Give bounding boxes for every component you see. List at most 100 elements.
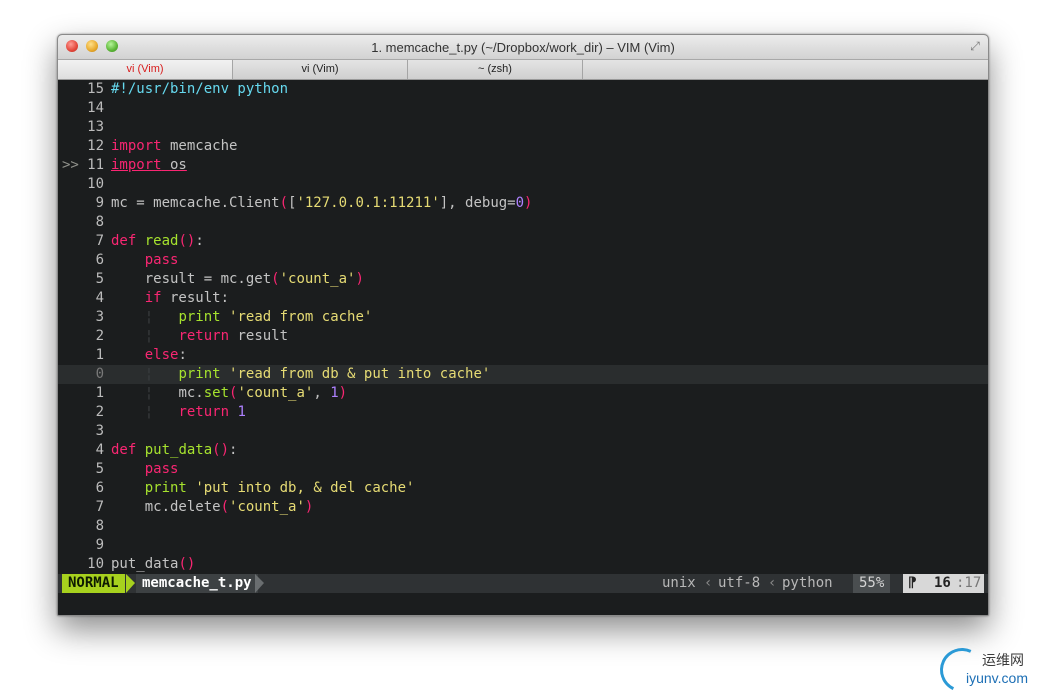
mode-arrow-icon (126, 574, 135, 593)
code-line[interactable]: 15 #!/usr/bin/env python (58, 80, 988, 99)
code-token: 'count_a' (279, 271, 356, 287)
window-title: 1. memcache_t.py (~/Dropbox/work_dir) – … (371, 40, 675, 55)
code-line[interactable]: 4 if result: (58, 289, 988, 308)
code-line[interactable]: 8 (58, 517, 988, 536)
line-number: 9 (95, 537, 104, 553)
code-text: if result: (111, 289, 229, 308)
code-text: import os (111, 156, 187, 175)
code-text: #!/usr/bin/env python (111, 80, 288, 99)
code-line[interactable]: 9 (58, 536, 988, 555)
code-text: print 'put into db, & del cache' (111, 479, 415, 498)
code-text: ¦ mc.set('count_a', 1) (111, 384, 347, 403)
scroll-percent: 55% (853, 574, 891, 593)
code-token: def (111, 233, 137, 249)
code-line[interactable]: 1 else: (58, 346, 988, 365)
code-line[interactable]: 10 put_data() (58, 555, 988, 574)
code-line[interactable]: >> 11 import os (58, 156, 988, 175)
code-line[interactable]: 13 (58, 118, 988, 137)
code-token: ¦ (144, 385, 154, 401)
code-line[interactable]: 4 def put_data(): (58, 441, 988, 460)
code-text: mc = memcache.Client(['127.0.0.1:11211']… (111, 194, 532, 213)
tab-zsh[interactable]: ~ (zsh) (408, 60, 583, 79)
code-token: mc = memcache.Client (111, 195, 280, 211)
code-line[interactable]: 6 print 'put into db, & del cache' (58, 479, 988, 498)
line-number: 12 (87, 138, 104, 154)
fullscreen-icon[interactable]: ⤢ (968, 39, 982, 53)
code-token: import (111, 138, 162, 154)
code-token: 'put into db, & del cache' (195, 480, 415, 496)
line-number: 6 (95, 480, 104, 496)
code-token: ( (279, 195, 289, 211)
vim-editor[interactable]: 15 #!/usr/bin/env python 14 13 12 import memc… (58, 80, 988, 574)
code-token: ( (220, 499, 230, 515)
tab-vi-1[interactable]: vi (Vim) (58, 60, 233, 79)
code-token: memcache (161, 138, 238, 154)
watermark-en: iyunv.com (966, 670, 1028, 686)
code-token: result (229, 328, 289, 344)
code-token: else (144, 347, 179, 363)
code-text: ¦ return 1 (111, 403, 246, 422)
code-line[interactable]: 14 (58, 99, 988, 118)
code-line[interactable]: 2 ¦ return result (58, 327, 988, 346)
code-token: '127.0.0.1:11211' (296, 195, 440, 211)
code-line[interactable]: 3 (58, 422, 988, 441)
code-token: ) (524, 195, 533, 211)
code-line[interactable]: 8 (58, 213, 988, 232)
title-bar[interactable]: 1. memcache_t.py (~/Dropbox/work_dir) – … (58, 35, 988, 60)
code-line[interactable]: 12 import memcache (58, 137, 988, 156)
code-token: () (178, 233, 196, 249)
code-line[interactable]: 7 def read(): (58, 232, 988, 251)
code-text: ¦ print 'read from cache' (111, 308, 373, 327)
code-token: 'count_a' (237, 385, 314, 401)
line-number: 13 (87, 119, 104, 135)
code-token: put_data (144, 442, 213, 458)
code-line[interactable]: 1 ¦ mc.set('count_a', 1) (58, 384, 988, 403)
code-line[interactable]: 5 result = mc.get('count_a') (58, 270, 988, 289)
code-token: 1 (330, 385, 339, 401)
line-number-icon: ⁋ (908, 575, 917, 591)
watermark-logo: 运维网 iyunv.com (933, 641, 1044, 698)
tab-vi-2[interactable]: vi (Vim) (233, 60, 408, 79)
code-line[interactable]: 0 ¦ print 'read from db & put into cache… (58, 365, 988, 384)
line-number: 3 (95, 309, 104, 325)
code-line[interactable]: 6 pass (58, 251, 988, 270)
code-line[interactable]: 7 mc.delete('count_a') (58, 498, 988, 517)
separator-icon: ‹ (704, 575, 713, 591)
code-token: 'count_a' (229, 499, 305, 515)
code-line[interactable]: 5 pass (58, 460, 988, 479)
command-line[interactable] (58, 593, 988, 615)
terminal-window: 1. memcache_t.py (~/Dropbox/work_dir) – … (57, 34, 989, 616)
code-token: , (313, 385, 331, 401)
code-text: ¦ return result (111, 327, 288, 346)
code-line[interactable]: 10 (58, 175, 988, 194)
line-number: 1 (95, 385, 104, 401)
code-token: put_data (111, 556, 179, 572)
mode-indicator: NORMAL (62, 574, 125, 593)
code-line[interactable]: 2 ¦ return 1 (58, 403, 988, 422)
line-number: 6 (95, 252, 104, 268)
code-line[interactable]: 3 ¦ print 'read from cache' (58, 308, 988, 327)
line-number: 3 (95, 423, 104, 439)
code-token: ) (304, 499, 314, 515)
code-text: pass (111, 460, 179, 479)
code-token: : (195, 233, 204, 249)
code-token: read (144, 233, 179, 249)
code-token: ) (355, 271, 364, 287)
code-line[interactable]: 9 mc = memcache.Client(['127.0.0.1:11211'… (58, 194, 988, 213)
line-number: 5 (95, 271, 104, 287)
code-token: mc. (153, 385, 204, 401)
line-number: 5 (95, 461, 104, 477)
code-token: 1 (237, 404, 246, 420)
line-number: 9 (95, 195, 104, 211)
file-name: memcache_t.py (136, 574, 258, 593)
code-token: print (144, 480, 187, 496)
